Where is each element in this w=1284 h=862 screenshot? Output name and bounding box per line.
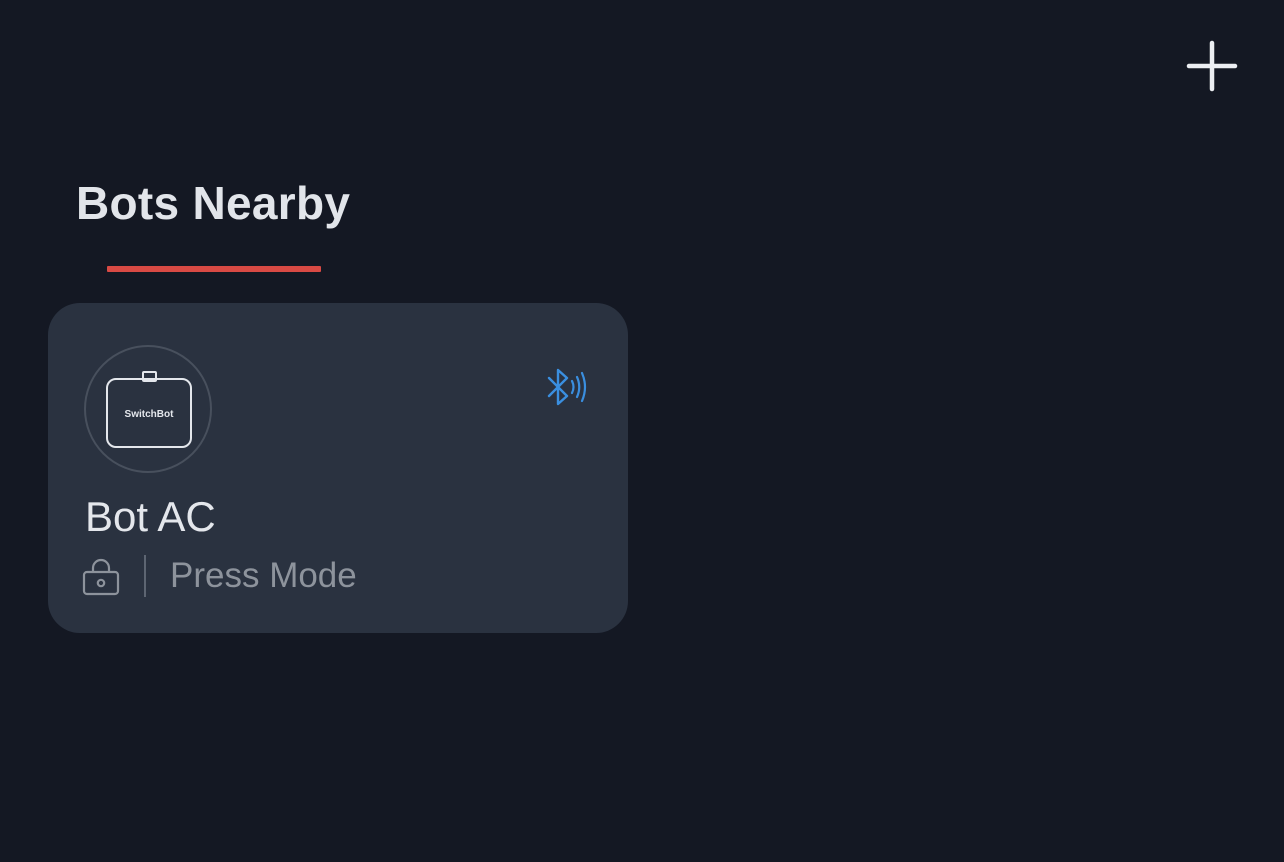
tab-label: Bots Nearby [76,177,351,229]
device-avatar: SwitchBot [84,345,212,473]
tab-bots-nearby[interactable]: Bots Nearby [76,176,351,272]
divider [144,555,146,597]
add-device-button[interactable] [1186,40,1238,92]
bluetooth-icon [547,368,587,406]
device-card-bot-ac[interactable]: SwitchBot Bot AC Press Mode [48,303,628,633]
plus-icon [1186,40,1238,92]
switchbot-device-icon: SwitchBot [106,371,192,448]
device-name: Bot AC [85,493,216,540]
device-logo-text: SwitchBot [125,409,175,420]
device-mode: Press Mode [170,556,357,595]
lock-icon [82,558,120,596]
active-tab-indicator [107,266,321,272]
